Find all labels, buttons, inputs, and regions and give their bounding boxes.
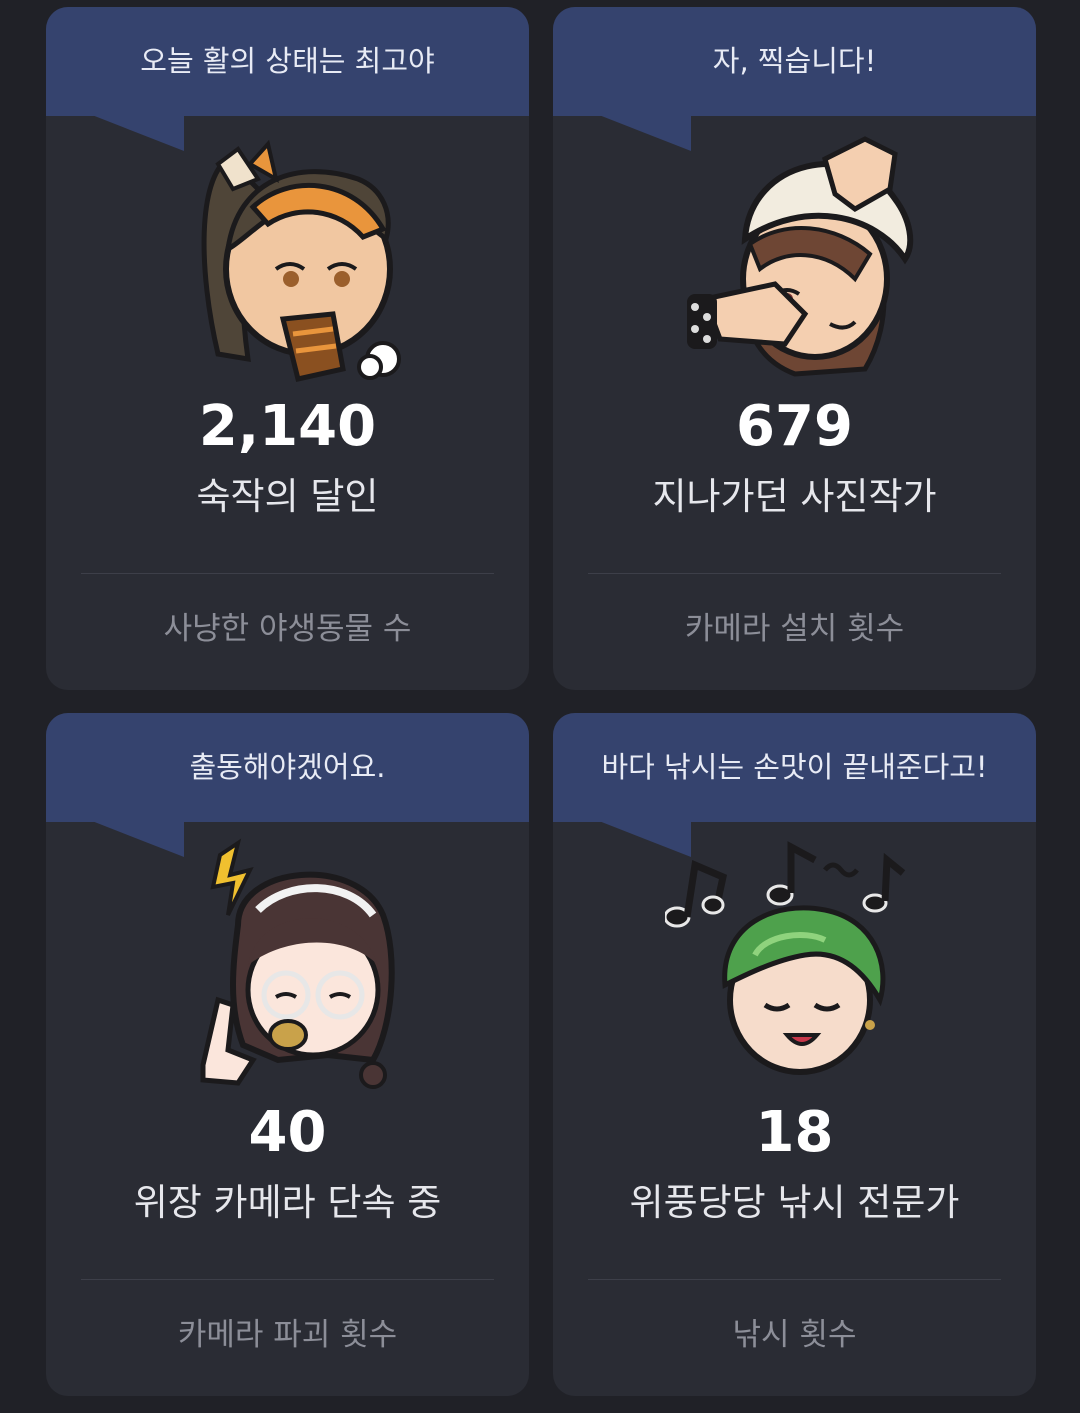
divider bbox=[81, 1279, 494, 1280]
speech-bubble: 자, 찍습니다! bbox=[553, 7, 1036, 116]
achievement-metric-label: 카메라 설치 횟수 bbox=[684, 611, 905, 647]
achievement-metric-label: 사냥한 야생동물 수 bbox=[163, 611, 412, 647]
achievement-card[interactable]: 출동해야겠어요. 40 위장 카메라 단속 중 카메라 파괴 횟수 bbox=[46, 713, 529, 1396]
speech-bubble: 바다 낚시는 손맛이 끝내준다고! bbox=[553, 713, 1036, 822]
achievement-metric-label: 낚시 횟수 bbox=[732, 1317, 857, 1353]
achievement-value: 40 bbox=[248, 1100, 327, 1165]
achievement-card[interactable]: 오늘 활의 상태는 최고야 2,140 숙작의 달인 사냥한 야생동물 수 bbox=[46, 7, 529, 690]
achievement-title: 숙작의 달인 bbox=[196, 475, 379, 518]
speech-bubble: 오늘 활의 상태는 최고야 bbox=[46, 7, 529, 116]
achievement-metric-label: 카메라 파괴 횟수 bbox=[177, 1317, 398, 1353]
archer-girl-orange-headband-icon bbox=[201, 139, 401, 382]
achievement-value: 2,140 bbox=[198, 394, 377, 459]
achievement-title: 위풍당당 낚시 전문가 bbox=[629, 1181, 960, 1224]
achievement-card[interactable]: 바다 낚시는 손맛이 끝내준다고! 18 위풍당당 낚시 전문가 낚시 횟수 bbox=[553, 713, 1036, 1396]
divider bbox=[588, 1279, 1001, 1280]
girl-glasses-whistle-icon bbox=[200, 838, 395, 1089]
achievement-title: 지나가던 사진작가 bbox=[652, 475, 937, 518]
speech-bubble: 출동해야겠어요. bbox=[46, 713, 529, 822]
achievement-title: 위장 카메라 단속 중 bbox=[133, 1181, 442, 1224]
divider bbox=[81, 573, 494, 574]
achievement-value: 679 bbox=[736, 394, 853, 459]
photographer-girl-white-cap-icon bbox=[687, 136, 914, 377]
divider bbox=[588, 573, 1001, 574]
achievement-value: 18 bbox=[755, 1100, 834, 1165]
green-hair-boy-music-notes-icon bbox=[665, 841, 906, 1075]
achievement-card[interactable]: 자, 찍습니다! 679 지나가던 사진작가 카메라 설치 횟수 bbox=[553, 7, 1036, 690]
achievement-grid: 오늘 활의 상태는 최고야 2,140 숙작의 달인 사냥한 야생동물 수 자,… bbox=[46, 7, 1036, 1396]
